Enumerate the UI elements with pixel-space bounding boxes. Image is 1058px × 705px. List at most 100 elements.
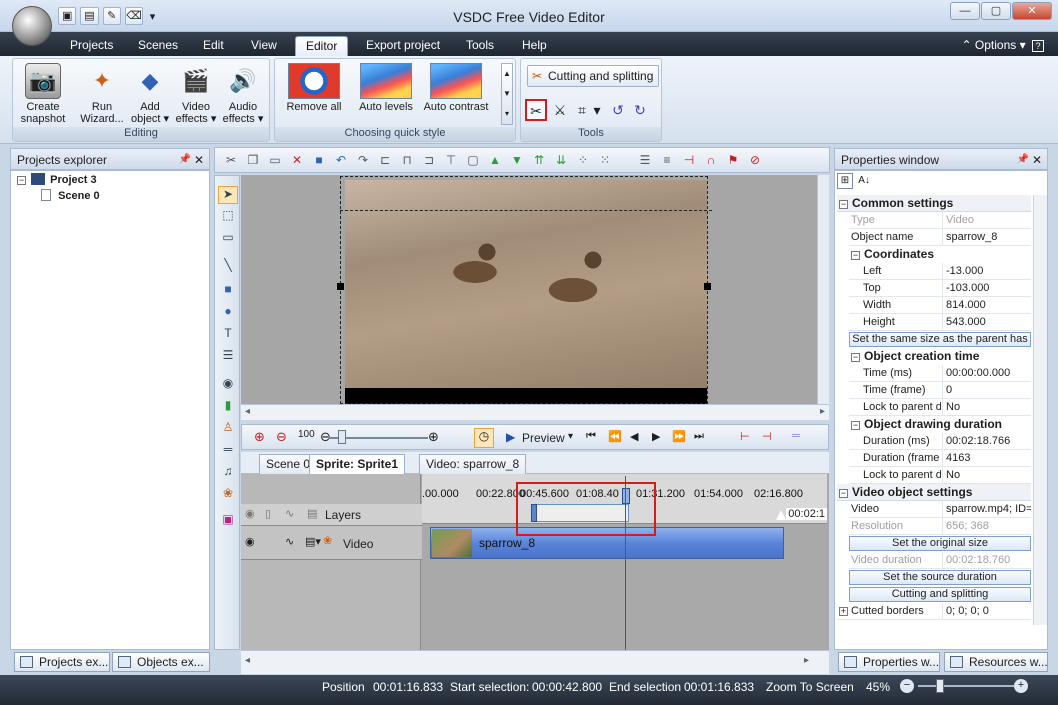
split-tool-icon[interactable]: ⚔ [549, 99, 571, 121]
property-row[interactable]: Duration (frame 4163 [849, 450, 1031, 467]
property-value[interactable]: 0; 0; 0; 0 [942, 603, 1031, 619]
image-icon[interactable]: ▣ [218, 512, 238, 530]
ellipse-icon[interactable]: ● [218, 304, 238, 322]
send-back-icon[interactable]: ⇊ [551, 150, 571, 170]
paste-icon[interactable]: ▭ [265, 150, 285, 170]
zoom-100-icon[interactable]: 100 [298, 429, 315, 440]
align-right-icon[interactable]: ⊐ [419, 150, 439, 170]
run-wizard-button[interactable]: ✦ Run Wizard... [75, 63, 129, 126]
move-down-icon[interactable]: ▼ [507, 150, 527, 170]
property-row[interactable]: Top -103.000 [849, 280, 1031, 297]
timeline-horizontal-scrollbar[interactable]: ◂ ▸ [241, 650, 829, 674]
expand-icon[interactable]: + [839, 607, 848, 616]
zoom-out-icon[interactable]: ⊖ [276, 429, 287, 445]
canvas-horizontal-scrollbar[interactable]: ◂ ▸ [241, 404, 829, 420]
status-zoom-slider[interactable] [918, 679, 1014, 693]
tab-properties-window[interactable]: Properties w... [838, 652, 940, 672]
tab-edit[interactable]: Edit [193, 36, 234, 56]
close-button[interactable]: ✕ [1012, 2, 1052, 20]
go-end-icon[interactable]: ⏭ [694, 430, 704, 443]
property-row[interactable]: Duration (ms) 00:02:18.766 [849, 433, 1031, 450]
marker-clear-icon[interactable]: ═ [792, 430, 800, 442]
property-row[interactable]: Type Video [849, 212, 1031, 229]
zoom-slider-thumb[interactable] [338, 430, 346, 444]
pin-icon[interactable]: 📌 [179, 149, 191, 171]
properties-scrollbar[interactable] [1033, 195, 1047, 625]
property-value[interactable]: 814.000 [942, 297, 1031, 313]
music-icon[interactable]: ♫ [218, 464, 238, 482]
rotate-left-icon[interactable]: ↺ [607, 99, 629, 121]
disc-icon[interactable]: ◉ [218, 376, 238, 394]
group-icon[interactable]: ▢ [463, 150, 483, 170]
move-up-icon[interactable]: ▲ [485, 150, 505, 170]
tab-view[interactable]: View [241, 36, 287, 56]
crop-dropdown-icon[interactable]: ▾ [591, 99, 603, 121]
zoom-in-icon[interactable]: ⊕ [254, 429, 265, 445]
property-row[interactable]: Lock to parent d No [849, 467, 1031, 484]
video-track-header[interactable]: ◉ ∿ ▤▾ ❀ Video [241, 526, 422, 560]
duration-end-marker[interactable] [776, 510, 786, 520]
tab-export-project[interactable]: Export project [356, 36, 450, 56]
zoom-plus-icon[interactable]: ⊕ [428, 429, 439, 445]
effect-icon[interactable]: ❀ [218, 486, 238, 504]
marker-icon[interactable]: ⊣ [679, 150, 699, 170]
auto-contrast-button[interactable]: Auto contrast [421, 63, 491, 115]
copy-area-icon[interactable]: ▭ [218, 230, 238, 248]
properties-icon[interactable]: ■ [309, 150, 329, 170]
property-action-button[interactable]: Set the original size [849, 536, 1031, 551]
property-action-button[interactable]: Cutting and splitting [849, 587, 1031, 602]
close-icon[interactable]: ✕ [1032, 149, 1042, 171]
line-icon[interactable]: ╲ [218, 258, 238, 276]
marker-in-icon[interactable]: ⊢ [740, 430, 750, 443]
style-gallery-scroll[interactable]: ▲ ▼ ▾ [501, 63, 513, 125]
collapse-icon[interactable]: − [851, 421, 860, 430]
step-forward-icon[interactable]: ⏩ [672, 430, 686, 443]
align-center-icon[interactable]: ⊓ [397, 150, 417, 170]
pointer-icon[interactable]: ➤ [218, 186, 238, 204]
property-row[interactable]: Video sparrow.mp4; ID= [849, 501, 1031, 518]
tab-video-sparrow[interactable]: Video: sparrow_8 [419, 454, 527, 474]
property-value[interactable]: No [942, 467, 1031, 483]
property-value[interactable]: sparrow_8 [942, 229, 1031, 245]
property-row[interactable]: Video duration 00:02:18.760 [849, 552, 1031, 569]
next-frame-icon[interactable]: ▶ [652, 430, 660, 443]
cut-tool-icon[interactable]: ✂ [525, 99, 547, 121]
audio-wave-icon[interactable]: ∿ [285, 535, 294, 548]
audio-effects-button[interactable]: 🔊 Audio effects ▾ [219, 63, 267, 126]
property-value[interactable]: Video [942, 212, 1031, 228]
property-value[interactable]: 00:02:18.766 [942, 433, 1031, 449]
marker-out-icon[interactable]: ⊣ [762, 430, 772, 443]
eye-icon[interactable]: ◉ [245, 535, 255, 548]
step-back-icon[interactable]: ⏪ [608, 430, 622, 443]
align-top-icon[interactable]: ⊤ [441, 150, 461, 170]
property-value[interactable]: 543.000 [942, 314, 1031, 330]
tab-projects[interactable]: Projects [60, 36, 123, 56]
no-snap-icon[interactable]: ⊘ [745, 150, 765, 170]
tab-editor[interactable]: Editor [295, 36, 349, 56]
property-row[interactable]: + Cutted borders 0; 0; 0; 0 [837, 603, 1031, 620]
layer-menu-icon[interactable]: ▤▾ [305, 535, 321, 548]
scroll-right-icon[interactable]: ▸ [804, 655, 809, 666]
lock-icon[interactable]: ▯ [265, 507, 271, 520]
property-row[interactable]: Time (frame) 0 [849, 382, 1031, 399]
preview-dropdown-icon[interactable]: ▾ [568, 431, 573, 442]
property-value[interactable]: 4163 [942, 450, 1031, 466]
property-row[interactable]: Time (ms) 00:00:00.000 [849, 365, 1031, 382]
tab-resources-window[interactable]: Resources w... [944, 652, 1048, 672]
zoom-to-screen-button[interactable]: Zoom To Screen [766, 680, 854, 694]
eye-icon[interactable]: ◉ [245, 507, 255, 520]
tree-item-scene[interactable]: Scene 0 [41, 189, 100, 202]
undo-icon[interactable]: ↶ [331, 150, 351, 170]
minimize-button[interactable]: — [950, 2, 980, 20]
collapse-icon[interactable]: − [851, 353, 860, 362]
magnet-icon[interactable]: ∩ [701, 150, 721, 170]
help-icon[interactable]: ? [1032, 40, 1044, 52]
property-value[interactable]: No [942, 399, 1031, 415]
rectangle-icon[interactable]: ■ [218, 282, 238, 300]
property-subcategory[interactable]: − Object drawing duration [849, 416, 1031, 433]
collapse-icon[interactable]: − [17, 176, 26, 185]
rotate-right-icon[interactable]: ↻ [629, 99, 651, 121]
property-action-button[interactable]: Set the same size as the parent has [849, 332, 1031, 347]
video-effects-button[interactable]: 🎬 Video effects ▾ [173, 63, 219, 126]
flag-icon[interactable]: ⚑ [723, 150, 743, 170]
